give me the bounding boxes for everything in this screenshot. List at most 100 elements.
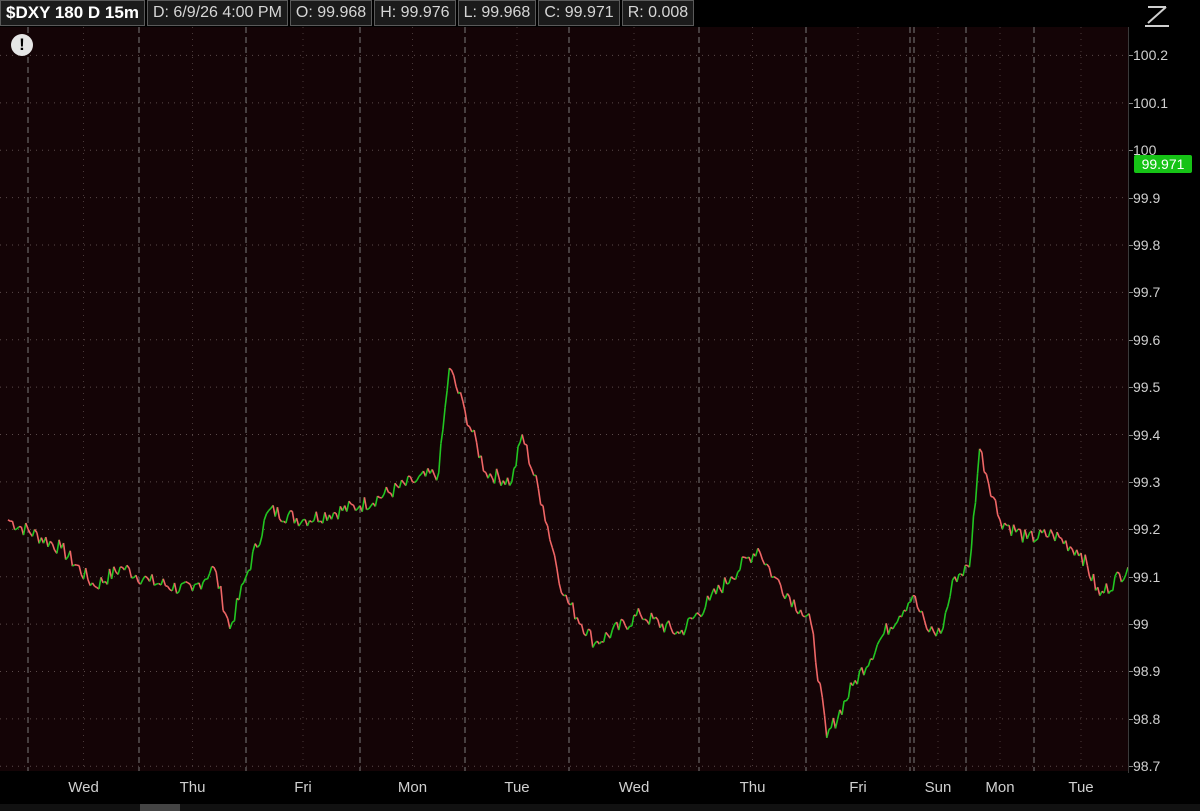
price-segment [233,598,238,621]
price-segment [685,618,689,629]
price-segment [834,719,839,729]
price-segment [940,627,944,634]
price-segment [546,525,551,540]
price-segment [576,617,581,625]
price-segment [276,507,281,519]
price-segment [352,504,357,511]
price-segment [585,628,590,636]
price-segment [551,547,556,556]
price-segment [737,569,741,573]
price-segment [400,479,405,484]
price-segment [200,581,204,590]
price-segment [185,580,189,584]
price-segment [691,615,696,620]
price-segment [300,519,304,524]
price-segment [180,582,184,585]
price-segment [976,448,981,474]
price-segment [542,505,547,522]
price-segment [84,567,89,580]
price-segment [1096,587,1101,596]
price-segment [768,567,773,578]
y-tick-label: 99.5 [1133,379,1161,396]
price-segment [814,662,819,682]
price-segment [650,612,655,620]
price-segment [1112,576,1116,591]
price-segment [381,493,385,499]
alert-icon[interactable]: ! [11,34,33,56]
close-readout: C: 99.971 [538,0,620,26]
time-axis[interactable]: Wed Thu Fri Mon Tue Wed Thu Fri Sun Mon Tue [0,771,1128,805]
scrollbar-thumb[interactable] [140,804,180,811]
price-segment [418,473,422,477]
price-segment [696,612,700,615]
price-segment [87,579,91,586]
price-segment [528,463,533,470]
price-segment [657,619,661,629]
price-segment [874,644,879,653]
price-segment [810,623,815,635]
price-segment [206,573,211,580]
price-segment [94,585,98,589]
price-segment [1024,529,1028,539]
price-segment [1116,571,1120,575]
price-segment [900,609,905,617]
price-segment [224,613,229,619]
price-segment [560,592,565,597]
x-tick-label: Thu [179,779,206,796]
price-segment [139,578,144,585]
price-segment [990,495,994,498]
price-segment [473,429,478,443]
price-segment [1069,546,1073,550]
price-segment [717,584,722,590]
price-segment [652,616,657,620]
symbol-label[interactable]: $DXY 180 D 15m [0,0,145,26]
price-segment [773,576,777,579]
price-plot-area[interactable] [0,27,1128,771]
price-segment [609,629,614,639]
price-segment [580,624,585,635]
price-segment [592,642,596,648]
price-segment [258,535,263,546]
price-segment [1003,522,1008,527]
price-segment [786,593,791,598]
price-segment [287,510,291,516]
price-segment [36,532,40,544]
price-segment [213,566,217,573]
price-segment [76,564,80,567]
price-segment [887,627,892,635]
price-segment [265,509,270,515]
price-segment [537,488,542,505]
price-axis[interactable]: 100.2 100.1 100 99.9 99.8 99.7 99.6 99.5 99.4 99.… [1128,27,1200,774]
y-tick-label: 98.8 [1133,710,1161,727]
y-tick-label: 99.9 [1133,189,1161,206]
price-segment [153,583,157,586]
price-segment [1001,522,1006,530]
price-segment [333,511,337,514]
price-segment [1084,554,1089,566]
price-segment [285,514,289,524]
price-segment [350,503,354,506]
price-segment [1120,579,1125,583]
price-segment [178,583,182,592]
price-segment [611,624,616,631]
drawing-tool-icon[interactable] [1142,3,1172,29]
price-segment [663,623,668,633]
price-segment [983,471,987,475]
price-segment [556,568,560,584]
price-segment [836,709,841,720]
price-segment [252,543,256,553]
price-segment [726,582,730,585]
price-segment [495,468,500,478]
price-segment [540,503,544,507]
price-segment [1107,590,1112,595]
chart-scrollbar[interactable] [0,804,1200,811]
date-readout: D: 6/9/26 4:00 PM [146,0,288,26]
price-segment [549,539,553,548]
price-segment [819,683,824,698]
price-segment [442,407,446,430]
price-segment [637,608,642,615]
price-segment [1054,531,1058,542]
price-segment [16,526,20,530]
price-segment [683,628,687,636]
price-segment [723,577,728,585]
